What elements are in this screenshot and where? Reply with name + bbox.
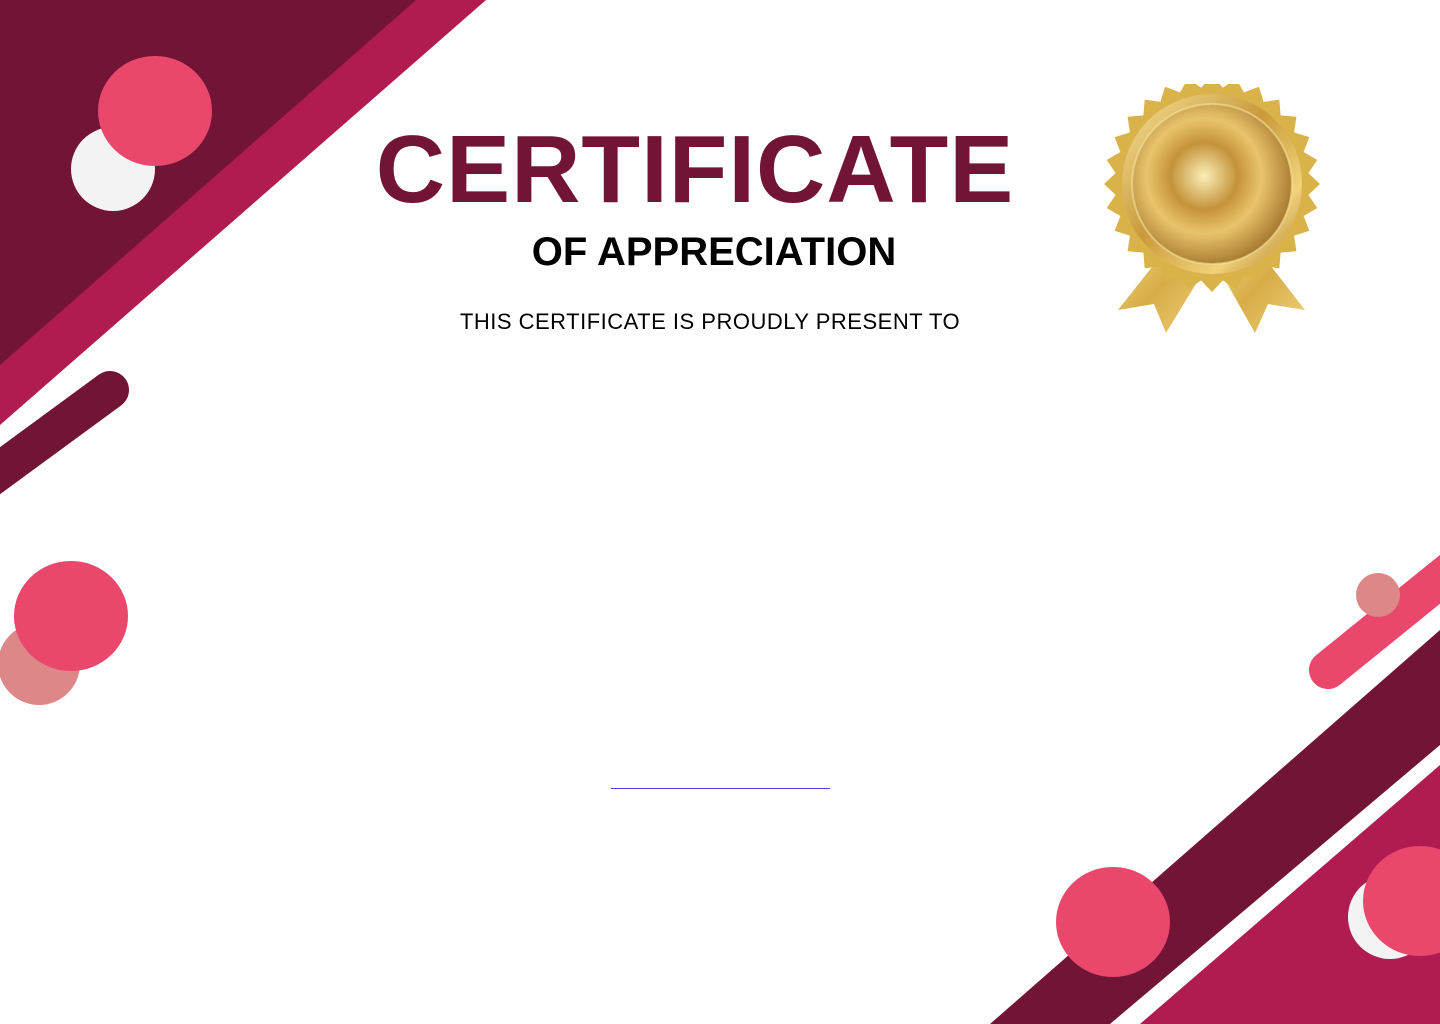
left-pink-circle [14,561,128,671]
right-rose-circle [1356,573,1400,617]
signature-line [611,788,830,789]
bottom-pink-circle [1056,867,1170,977]
gold-medal-icon [1104,84,1320,333]
